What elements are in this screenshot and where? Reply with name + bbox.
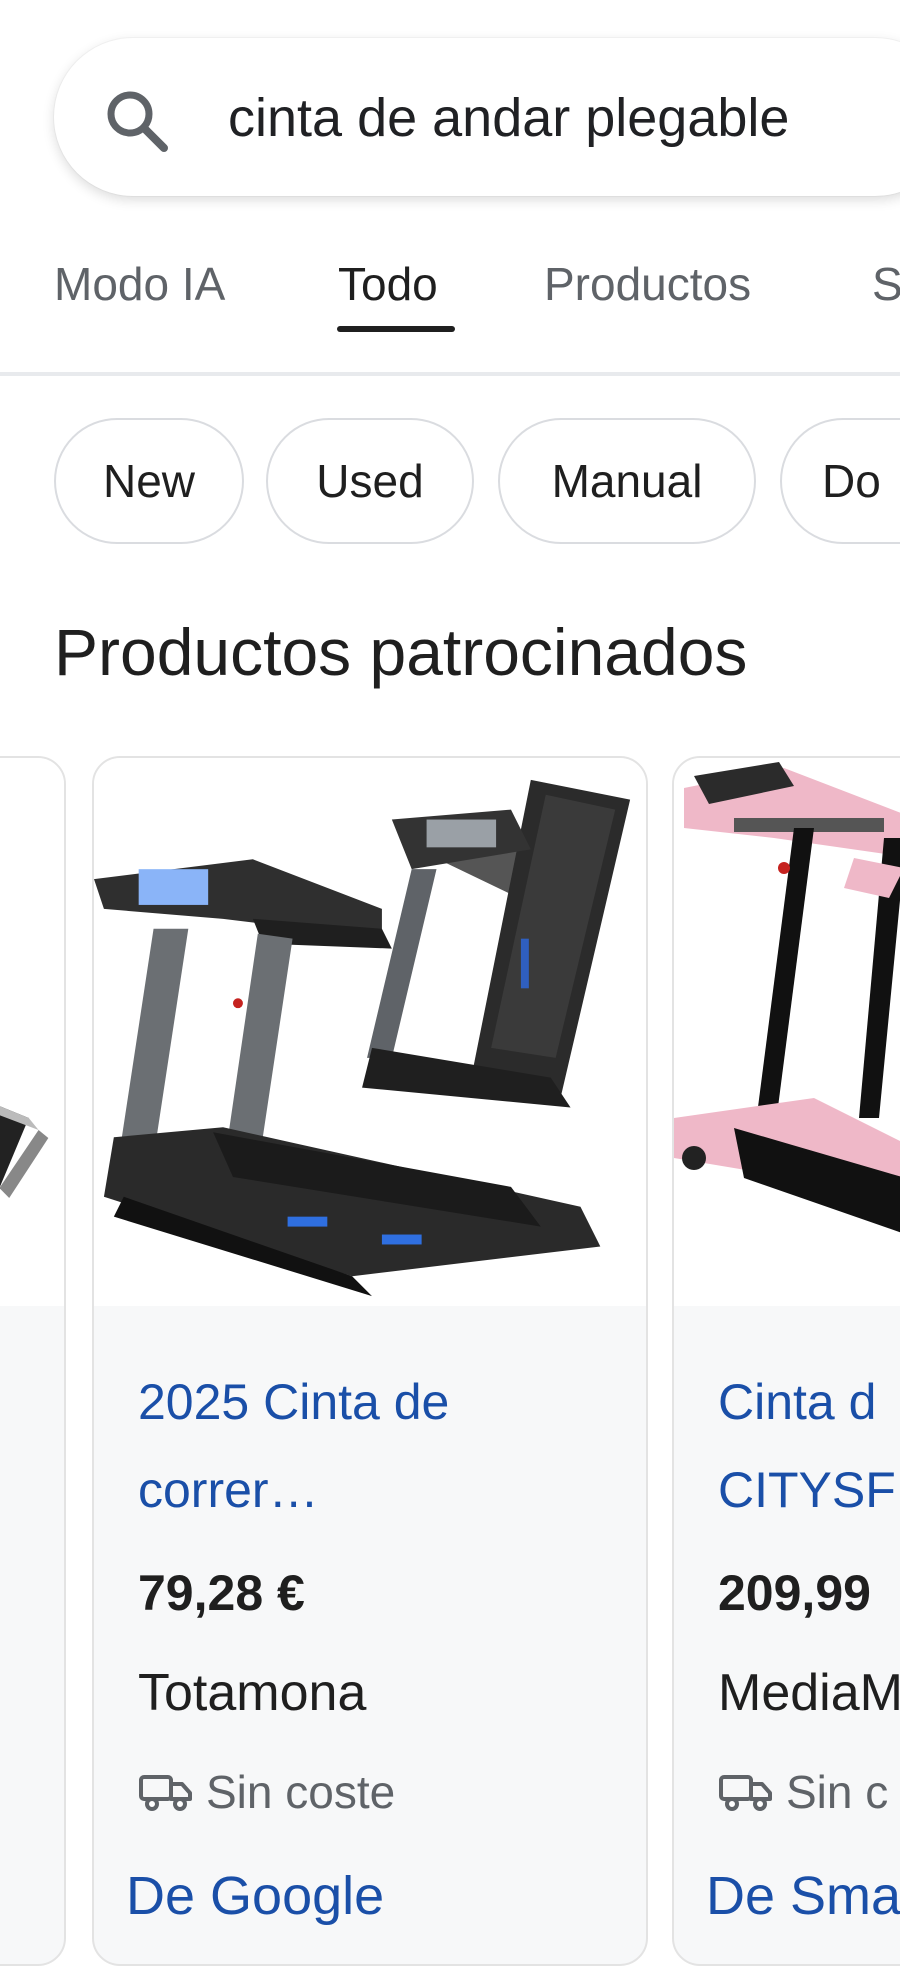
tabs-divider [0,372,900,376]
chip-used[interactable]: Used [266,418,474,544]
product-title-link[interactable]: Cinta d CITYSF [718,1358,900,1534]
product-source-link[interactable]: De Sma [706,1858,900,1934]
chip-new[interactable]: New [54,418,244,544]
active-tab-indicator [337,326,455,332]
search-icon[interactable] [102,86,172,156]
product-seller: Totamona [138,1664,367,1722]
truck-icon [719,1775,772,1811]
product-price: 79,28 € [138,1565,305,1621]
product-image [0,758,64,1306]
shipping-info: Sin coste [138,1760,395,1824]
tab-modo-ia[interactable]: Modo IA [54,254,225,314]
product-image [94,758,646,1306]
chip-manual[interactable]: Manual [498,418,756,544]
tab-truncated[interactable]: S [872,254,900,314]
results-viewport: cinta de andar plegable Modo IA Todo Pro… [0,0,900,1983]
product-seller: MediaM [718,1664,900,1722]
search-input[interactable]: cinta de andar plegable [228,82,789,154]
shipping-text: Sin coste [206,1766,396,1818]
chip-truncated[interactable]: Do [780,418,900,544]
shipping-info: Sin c [718,1760,888,1824]
product-card-partial[interactable] [0,756,66,1966]
product-card[interactable]: 2025 Cinta de correr… 79,28 € Totamona S… [92,756,648,1966]
product-title-link[interactable]: 2025 Cinta de correr… [138,1358,618,1534]
product-source-link[interactable]: De Google [126,1858,384,1934]
section-title: Productos patrocinados [54,615,748,689]
product-card[interactable]: Cinta d CITYSF 209,99 MediaM Sin c De Sm… [672,756,900,1966]
product-image [674,758,900,1306]
truck-icon [139,1775,192,1811]
search-tabs: Modo IA Todo Productos S [0,236,900,372]
tab-todo[interactable]: Todo [338,254,438,314]
product-price: 209,99 [718,1565,871,1621]
tab-productos[interactable]: Productos [544,254,751,314]
shipping-text: Sin c [786,1766,889,1818]
